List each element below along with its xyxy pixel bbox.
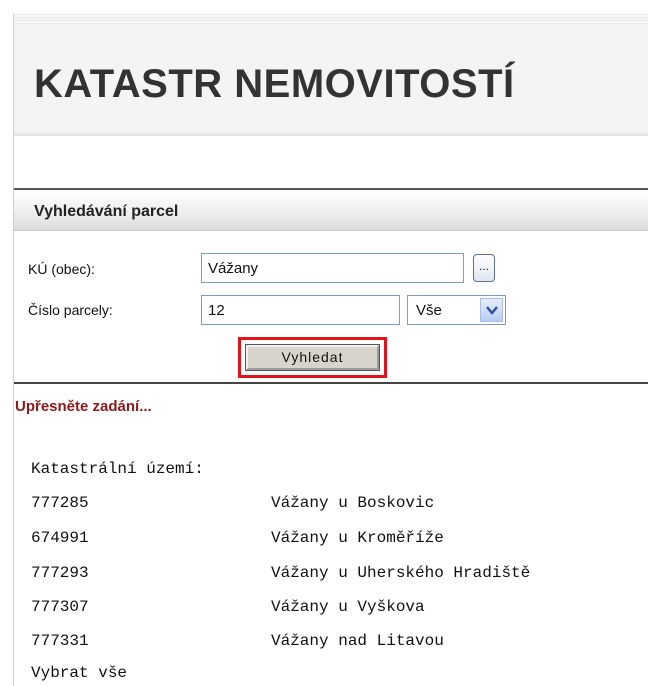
result-code[interactable]: 777285 [31,494,89,512]
parcel-type-select[interactable]: Vše [407,295,506,325]
parcel-label: Číslo parcely: [28,302,113,318]
section-header: Vyhledávání parcel [14,191,648,231]
parcel-number-input[interactable]: 12 [201,295,400,325]
page-title: KATASTR NEMOVITOSTÍ [34,62,515,106]
result-name[interactable]: Vážany u Uherského Hradiště [271,564,530,582]
result-name[interactable]: Vážany u Vyškova [271,598,425,616]
search-button-highlight: Vyhledat [238,337,387,378]
results-heading: Katastrální území: [31,460,204,478]
header-stripe [14,14,648,24]
select-all-link[interactable]: Vybrat vše [31,664,127,682]
result-code[interactable]: 777331 [31,632,89,650]
ku-input[interactable]: Vážany [201,253,464,283]
section-title: Vyhledávání parcel [34,203,179,220]
result-name[interactable]: Vážany nad Litavou [271,632,444,650]
browse-button[interactable]: ... [473,254,495,282]
page-header: KATASTR NEMOVITOSTÍ [14,14,648,136]
result-code[interactable]: 674991 [31,529,89,547]
search-button[interactable]: Vyhledat [245,344,380,371]
ku-label: KÚ (obec): [28,261,95,277]
result-code[interactable]: 777307 [31,598,89,616]
warning-text: Upřesněte zadání... [15,398,152,415]
chevron-down-icon[interactable] [480,298,503,322]
select-value: Vše [416,302,442,319]
result-name[interactable]: Vážany u Kroměříže [271,529,444,547]
divider [14,188,648,190]
result-name[interactable]: Vážany u Boskovic [271,494,434,512]
results-divider [14,382,648,384]
result-code[interactable]: 777293 [31,564,89,582]
header-bottom-edge [14,130,648,136]
